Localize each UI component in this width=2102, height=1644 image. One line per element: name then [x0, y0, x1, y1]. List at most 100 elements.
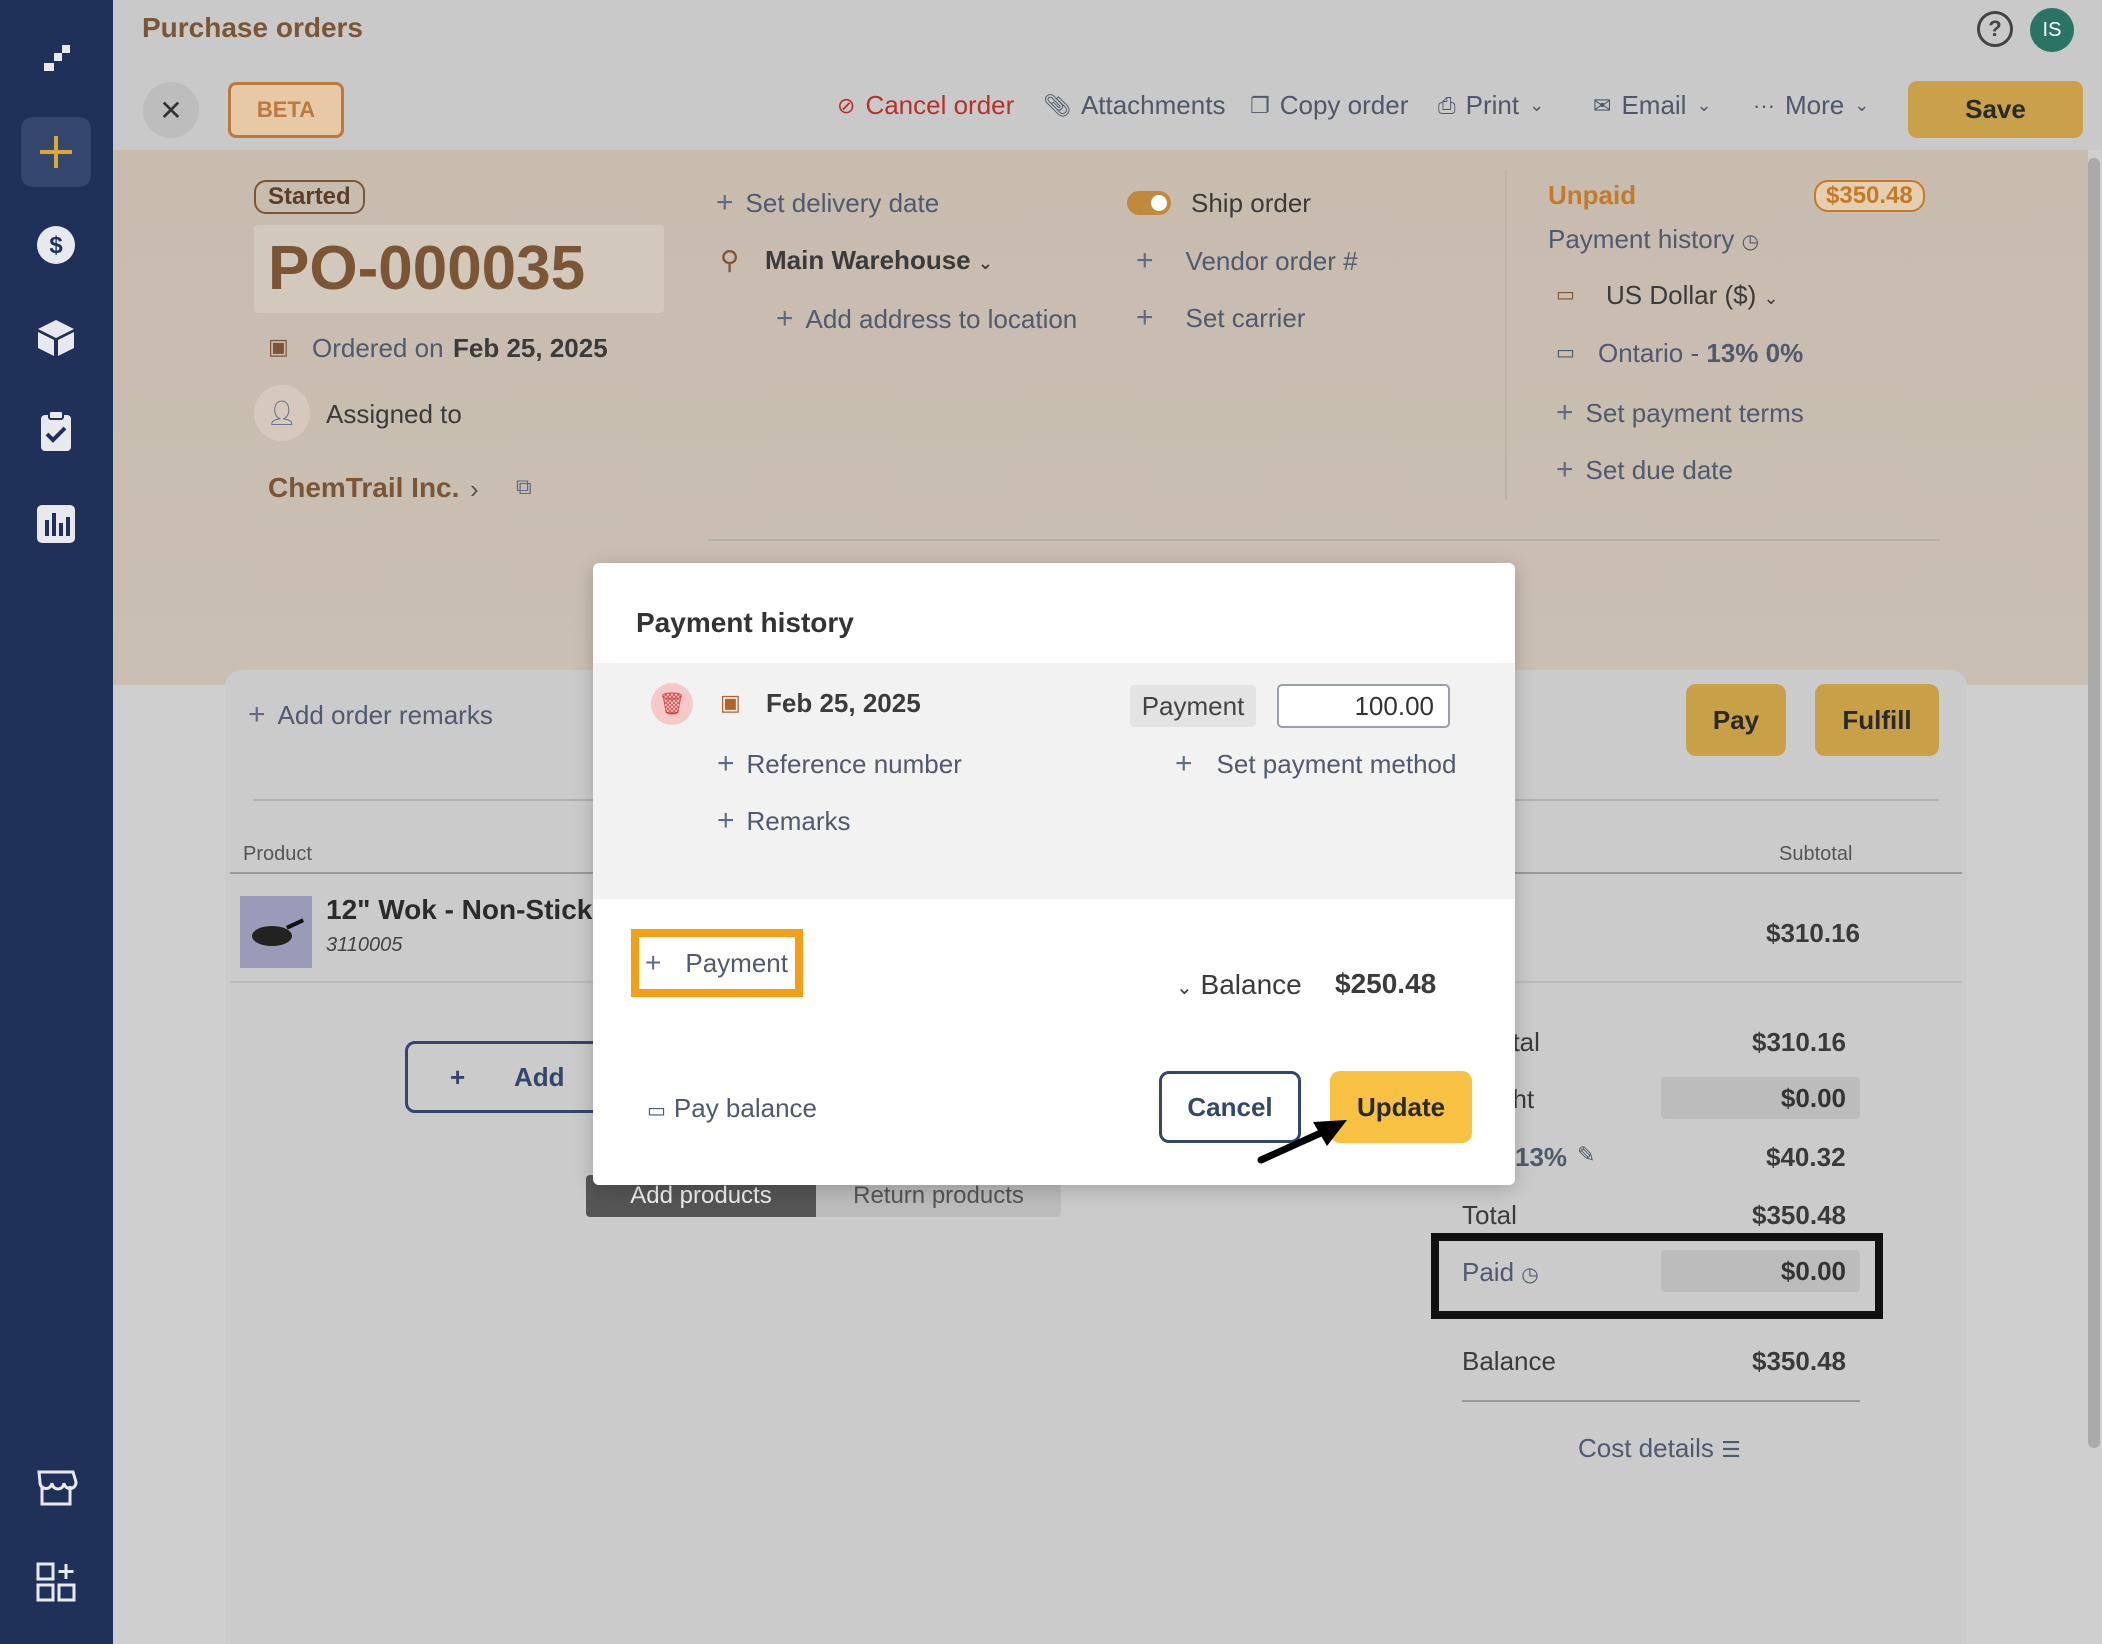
payment-status: Unpaid — [1548, 180, 1637, 210]
tax-icon: ▭ — [1556, 342, 1575, 364]
set-payment-terms[interactable]: + Set payment terms — [1556, 396, 1804, 430]
plus-icon: + — [717, 747, 735, 780]
copy-icon: ❐ — [1250, 92, 1270, 118]
paperclip-icon: 📎︎ — [1043, 92, 1071, 118]
pointer-arrow-icon — [1257, 1120, 1347, 1164]
paid-label[interactable]: Paid ◷ — [1462, 1257, 1539, 1288]
sales-dollar-icon[interactable]: $ — [21, 210, 91, 280]
plus-icon: + — [248, 698, 266, 731]
payment-type-label: Payment — [1130, 685, 1256, 727]
header: Purchase orders ? IS ✕ BETA ⊘ Cancel ord… — [113, 0, 2102, 150]
save-button[interactable]: Save — [1908, 81, 2083, 138]
calendar-icon: ▣ — [268, 334, 289, 359]
divider — [708, 539, 1940, 541]
location-pin-icon: ⚲ — [720, 245, 740, 275]
inventory-box-icon[interactable] — [21, 303, 91, 373]
total-label: Total — [1462, 1200, 1517, 1230]
printer-icon: ⎙ — [1438, 92, 1456, 118]
status-badge: Started — [254, 180, 365, 214]
modal-title: Payment history — [636, 607, 854, 638]
location-select[interactable]: Main Warehouse ⌄ — [765, 245, 993, 276]
subtotal-value: $310.16 — [1752, 1027, 1846, 1057]
payment-amount-input[interactable] — [1277, 684, 1450, 728]
payment-amount-badge: $350.48 — [1814, 180, 1925, 212]
set-delivery-date[interactable]: + Set delivery date — [716, 186, 939, 220]
svg-text:$: $ — [49, 232, 63, 259]
col-subtotal: Subtotal — [1779, 843, 1853, 865]
fulfill-button[interactable]: Fulfill — [1815, 684, 1939, 756]
ship-order-toggle[interactable] — [1127, 191, 1171, 215]
sidebar: $ — [0, 0, 113, 1644]
beta-badge[interactable]: BETA — [228, 82, 344, 138]
chevron-down-icon: ⌄ — [1763, 288, 1779, 308]
external-link-icon[interactable]: ⧉ — [516, 474, 532, 500]
money-icon: ▭ — [647, 1100, 666, 1122]
reports-chart-icon[interactable] — [21, 489, 91, 559]
edit-pencil-icon[interactable]: ✎ — [1577, 1142, 1595, 1168]
plus-icon: + — [716, 186, 734, 219]
tax-region[interactable]: Ontario - 13% 0% — [1598, 338, 1803, 369]
remarks[interactable]: + Remarks — [717, 804, 851, 838]
assignee-avatar-icon[interactable]: 👤︎ — [254, 385, 310, 441]
avatar[interactable]: IS — [2030, 8, 2074, 52]
add-address-button[interactable]: + Add address to location — [776, 302, 1077, 336]
po-number[interactable]: PO-000035 — [254, 225, 664, 313]
paid-field[interactable]: $0.00 — [1661, 1250, 1860, 1292]
ordered-on-label: Ordered on — [312, 333, 444, 363]
copy-order-button[interactable]: ❐ Copy order — [1250, 90, 1408, 121]
ellipsis-icon: ··· — [1753, 92, 1775, 118]
divider — [1462, 1400, 1860, 1402]
ordered-on-date[interactable]: Feb 25, 2025 — [453, 333, 608, 364]
set-carrier[interactable]: + Set carrier — [1136, 301, 1305, 335]
tasks-clipboard-icon[interactable] — [21, 396, 91, 466]
help-icon[interactable]: ? — [1977, 11, 2013, 47]
col-product: Product — [243, 843, 312, 865]
divider — [1505, 170, 1507, 500]
product-sku: 3110005 — [326, 934, 403, 956]
pay-balance-button[interactable]: ▭ Pay balance — [647, 1093, 817, 1124]
currency-select[interactable]: US Dollar ($) ⌄ — [1606, 280, 1779, 311]
apps-grid-icon[interactable] — [21, 1547, 91, 1617]
add-payment-button[interactable]: + Payment — [631, 929, 803, 997]
cancel-order-button[interactable]: ⊘ Cancel order — [837, 90, 1014, 121]
cost-details-link[interactable]: Cost details ☰ — [1578, 1433, 1741, 1464]
plus-icon: + — [717, 804, 735, 837]
balance-value: $350.48 — [1752, 1346, 1846, 1376]
add-product-button[interactable]: + Add — [405, 1041, 605, 1113]
balance-toggle[interactable]: ⌄ Balance — [1176, 969, 1302, 1001]
scrollbar[interactable] — [2088, 158, 2100, 1448]
attachments-button[interactable]: 📎︎ Attachments — [1043, 90, 1225, 121]
balance-label: Balance — [1462, 1346, 1556, 1376]
payment-date[interactable]: Feb 25, 2025 — [766, 688, 921, 719]
vendor-order-number[interactable]: + Vendor order # — [1136, 244, 1358, 278]
plus-icon: + — [1175, 747, 1193, 780]
ship-order-label: Ship order — [1191, 188, 1311, 218]
chevron-down-icon: ⌄ — [1854, 95, 1870, 115]
plus-icon: + — [1136, 301, 1154, 334]
payment-history-link[interactable]: Payment history ◷ — [1548, 224, 1759, 255]
storefront-icon[interactable] — [21, 1453, 91, 1523]
plus-icon: + — [1136, 244, 1154, 277]
email-button[interactable]: ✉ Email ⌄ — [1593, 90, 1712, 121]
print-button[interactable]: ⎙ Print ⌄ — [1438, 90, 1544, 121]
product-subtotal: $310.16 — [1766, 918, 1860, 948]
trash-icon[interactable]: 🗑︎ — [651, 683, 693, 725]
more-button[interactable]: ··· More ⌄ — [1753, 90, 1869, 121]
assigned-to-label[interactable]: Assigned to — [326, 399, 462, 430]
set-due-date[interactable]: + Set due date — [1556, 453, 1733, 487]
product-name[interactable]: 12" Wok - Non-Stick — [326, 894, 592, 926]
reference-number[interactable]: + Reference number — [717, 747, 962, 781]
app-logo-icon[interactable] — [21, 24, 91, 94]
set-payment-method[interactable]: + Set payment method — [1175, 747, 1456, 781]
chevron-right-icon[interactable]: › — [470, 474, 479, 505]
chevron-down-icon: ⌄ — [1696, 95, 1712, 115]
add-order-remarks[interactable]: + Add order remarks — [248, 698, 493, 732]
freight-field[interactable]: $0.00 — [1661, 1077, 1860, 1119]
plus-icon: + — [450, 1061, 466, 1092]
add-new-icon[interactable] — [21, 117, 91, 187]
pay-button[interactable]: Pay — [1686, 684, 1786, 756]
vendor-name[interactable]: ChemTrail Inc. — [268, 472, 459, 504]
close-button[interactable]: ✕ — [143, 82, 199, 138]
chevron-down-icon: ⌄ — [1176, 977, 1193, 999]
list-icon: ☰ — [1721, 1437, 1741, 1462]
